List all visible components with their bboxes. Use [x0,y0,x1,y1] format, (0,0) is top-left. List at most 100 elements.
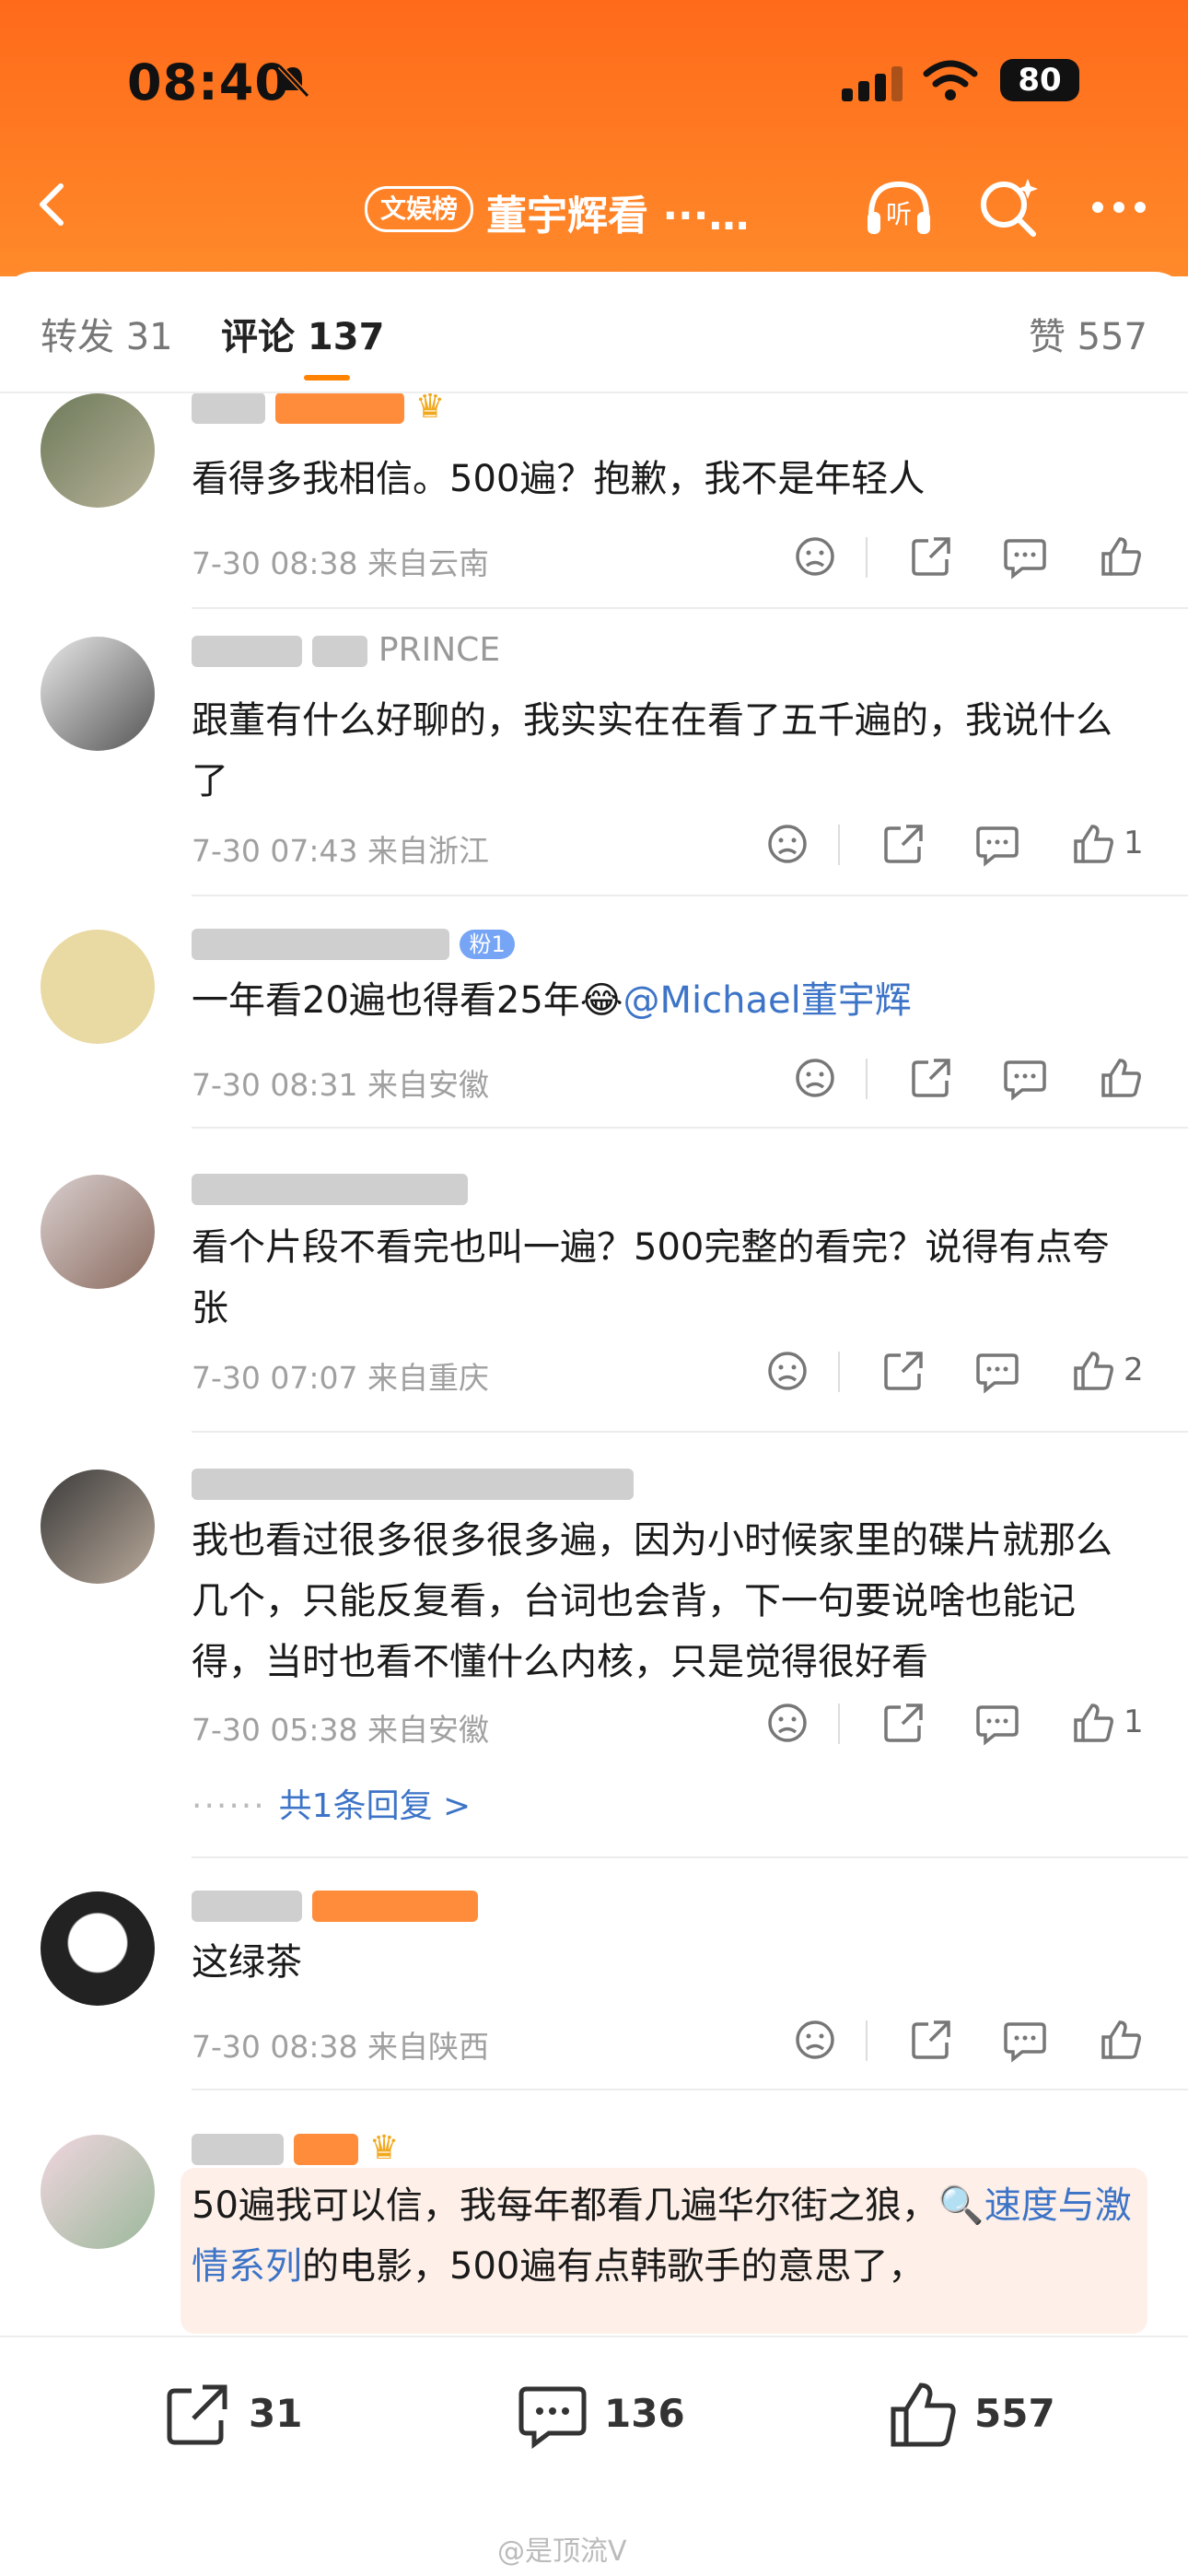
blurred-name [312,1891,479,1922]
comment-actions: 2 [764,1348,1151,1399]
comment-meta: 7-30 08:38 来自云南 [192,539,489,583]
avatar[interactable] [41,393,155,508]
mute-bell-icon [277,64,310,99]
dislike-face-icon[interactable] [764,821,810,867]
comment-actions: 1 [764,1700,1151,1751]
top-header: 08:40 80 文娱榜 董宇辉看 ···… 听 [0,0,1188,276]
comment-meta: 7-30 05:38 来自安徽 [192,1705,489,1750]
comment-username[interactable] [192,1464,634,1505]
like-count: 1 [1124,1704,1144,1740]
like-count: 557 [974,2391,1055,2436]
wifi-icon [923,60,978,100]
reply-bubble-icon[interactable] [1002,1055,1048,1101]
reply-dots: ······ [192,1787,266,1825]
comment-divider [192,1127,1188,1129]
avatar[interactable] [41,1891,155,2006]
blurred-name [192,1469,634,1500]
crown-badge-icon: ♛ [414,393,446,426]
reply-bubble-icon[interactable] [1002,533,1048,580]
battery-indicator: 80 [1000,59,1079,101]
like-button[interactable]: 557 [886,2378,1089,2452]
view-replies-link[interactable]: ······ 共1条回复 > [192,1779,471,1827]
repost-count: 31 [249,2391,303,2436]
comment-location: 来自安徽 [367,1712,489,1748]
comment-text: 看得多我相信。500遍？抱歉，我不是年轻人 [192,458,926,500]
tab-repost[interactable]: 转发 31 [41,307,173,360]
divider [838,1704,840,1744]
like-thumb-icon[interactable] [1070,1700,1116,1746]
comment-text: 跟董有什么好聊的，我实实在在看了五千遍的，我说什么了 [192,699,1112,802]
divider [866,537,868,578]
dislike-face-icon[interactable] [764,1700,810,1746]
comment-username[interactable] [192,1886,479,1926]
back-icon[interactable] [26,177,81,232]
category-badge[interactable]: 文娱榜 [365,186,474,232]
dislike-face-icon[interactable] [764,1348,810,1394]
share-icon[interactable] [880,821,926,867]
avatar[interactable] [41,637,155,751]
share-icon[interactable] [880,1700,926,1746]
blurred-name [192,1891,302,1922]
like-thumb-icon[interactable] [1098,533,1144,580]
comment-text-body: 一年看20遍也得看25年 [192,979,580,1022]
reply-bubble-icon[interactable] [1002,2017,1048,2063]
like-icon [891,2383,956,2447]
share-icon[interactable] [908,1055,954,1101]
comment-location: 来自云南 [367,545,489,581]
comment-username[interactable]: ♛ [192,393,445,428]
comment-time: 7-30 08:38 [192,2029,358,2065]
mention-link[interactable]: @Michael董宇辉 [623,979,912,1022]
more-icon[interactable] [1087,184,1151,230]
like-count: 1 [1124,825,1144,861]
comment-button[interactable]: 136 [516,2378,718,2452]
dislike-face-icon[interactable] [792,533,838,580]
reply-bubble-icon[interactable] [974,1700,1020,1746]
dislike-face-icon[interactable] [792,2017,838,2063]
comment-text: 我也看过很多很多很多遍，因为小时候家里的碟片就那么几个，只能反复看，台词也会背，… [192,1519,1112,1683]
comment-divider [192,1856,1188,1858]
divider [866,2020,868,2061]
blurred-name [192,636,302,667]
comment-text-body: 50遍我可以信，我每年都看几遍华尔街之狼， [192,2184,938,2227]
page-title: 董宇辉看 ···… [486,193,750,240]
comment-actions [792,1055,1151,1107]
comment-username[interactable]: PRINCE [192,631,500,672]
like-thumb-icon[interactable] [1070,1348,1116,1394]
comment-time: 7-30 08:38 [192,545,358,581]
reply-bubble-icon[interactable] [974,1348,1020,1394]
comment-location: 来自浙江 [367,833,489,869]
share-icon[interactable] [908,533,954,580]
comment-username[interactable] [192,1169,468,1210]
bottom-action-bar: 31 136 557 [0,2336,1188,2512]
comment-username[interactable]: 粉1 [192,924,515,965]
dislike-face-icon[interactable] [792,1055,838,1101]
avatar[interactable] [41,1469,155,1584]
share-icon[interactable] [880,1348,926,1394]
reply-bubble-icon[interactable] [974,821,1020,867]
like-thumb-icon[interactable] [1070,821,1116,867]
comment-location: 来自陕西 [367,2029,489,2065]
fan-badge[interactable]: 粉1 [460,930,515,959]
comment-list[interactable]: ♛ 看得多我相信。500遍？抱歉，我不是年轻人 7-30 08:38 来自云南 [0,393,1188,2337]
blurred-name [192,393,265,424]
comment-time: 7-30 05:38 [192,1712,358,1748]
like-count: 2 [1124,1352,1144,1388]
divider [866,1059,868,1099]
like-thumb-icon[interactable] [1098,1055,1144,1101]
tab-likes[interactable]: 赞 557 [1029,307,1147,360]
avatar[interactable] [41,1175,155,1289]
comment-username[interactable]: ♛ [192,2129,399,2170]
comment-location: 来自重庆 [367,1360,489,1396]
ai-search-icon[interactable] [976,175,1041,240]
like-thumb-icon[interactable] [1098,2017,1144,2063]
tab-comments[interactable]: 评论 137 [221,307,384,360]
listen-headphones-icon[interactable]: 听 [862,175,936,240]
comment-divider [192,607,1188,609]
avatar[interactable] [41,2135,155,2249]
share-icon[interactable] [908,2017,954,2063]
nav-bar: 文娱榜 董宇辉看 ···… 听 [0,166,1188,249]
comment-meta: 7-30 07:43 来自浙江 [192,826,489,871]
comment-text-body: 的电影，500遍有点韩歌手的意思了， [302,2245,926,2288]
repost-button[interactable]: 31 [160,2378,344,2452]
avatar[interactable] [41,930,155,1044]
